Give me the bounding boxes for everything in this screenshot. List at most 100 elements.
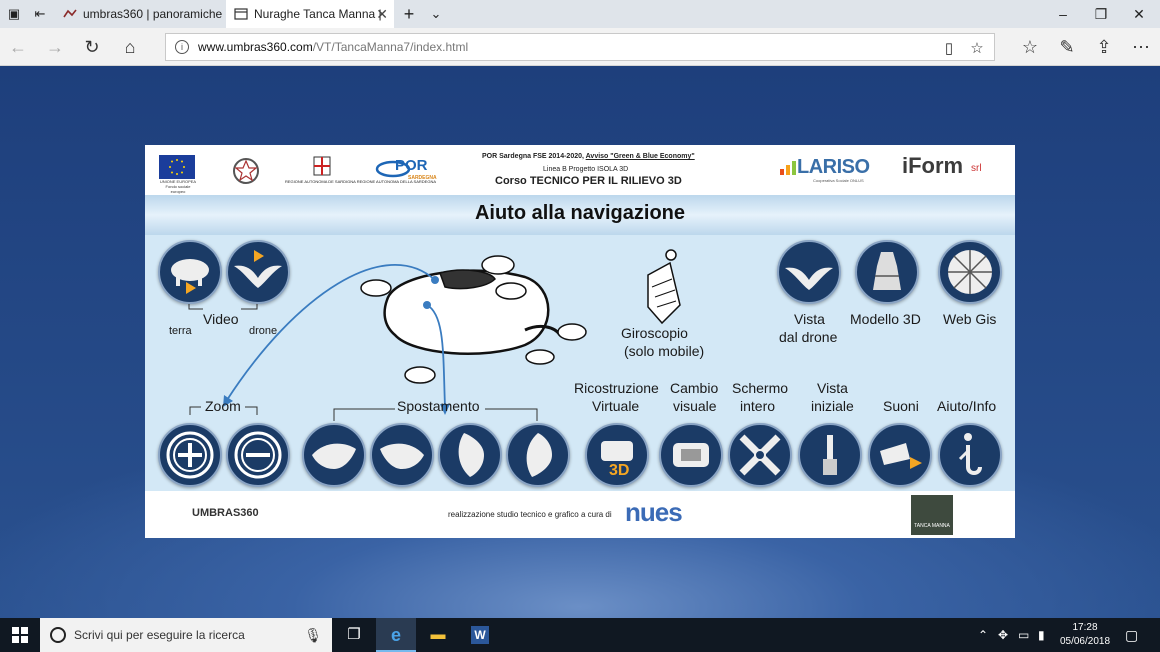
set-aside-tabs-icon[interactable]: ⇤ xyxy=(32,6,48,22)
battery-icon[interactable]: ▮ xyxy=(1038,618,1045,652)
fullscreen-icon xyxy=(739,434,781,476)
zoom-out-button[interactable] xyxy=(226,423,290,487)
web-note-icon[interactable]: ✎ xyxy=(1057,37,1077,57)
cambio-visuale-button[interactable] xyxy=(659,423,723,487)
lariso-bars-logo xyxy=(780,161,796,175)
label-cambio-2: visuale xyxy=(673,398,717,414)
zoom-in-button[interactable] xyxy=(158,423,222,487)
arrowhead-up-icon xyxy=(526,433,552,477)
suoni-button[interactable] xyxy=(868,423,932,487)
umbras360-logo: UMBRAS360 xyxy=(192,507,259,519)
site-info-icon[interactable]: i xyxy=(175,40,189,54)
aiuto-info-button[interactable] xyxy=(938,423,1002,487)
share-icon[interactable]: ⇪ xyxy=(1094,37,1114,57)
home-icon[interactable]: ⌂ xyxy=(120,37,140,57)
back-icon[interactable]: ← xyxy=(8,37,28,57)
move-down-button[interactable] xyxy=(438,423,502,487)
taskbar-search-input[interactable]: Scrivi qui per eseguire la ricerca 🎙 xyxy=(40,618,332,652)
video-drone-button[interactable] xyxy=(226,240,290,304)
label-ricostruzione-2: Virtuale xyxy=(592,398,640,414)
reading-view-icon[interactable]: ▯ xyxy=(940,40,958,58)
help-hook-icon xyxy=(958,433,982,475)
url-path: /VT/TancaManna7/index.html xyxy=(312,40,469,54)
tab-bar: ▣ ⇤ umbras360 | panoramiche s Nuraghe Ta… xyxy=(0,0,1160,28)
more-menu-icon[interactable]: ⋯ xyxy=(1131,37,1151,57)
vista-drone-button[interactable] xyxy=(777,240,841,304)
edge-browser-icon[interactable]: e xyxy=(376,618,416,652)
mouse-icon xyxy=(360,255,587,384)
label-solo-mobile: (solo mobile) xyxy=(624,343,705,359)
bird-icon xyxy=(785,267,833,290)
tab-umbras360[interactable]: umbras360 | panoramiche s xyxy=(55,0,225,28)
web-gis-button[interactable] xyxy=(938,240,1002,304)
label-schermo-1: Schermo xyxy=(732,380,789,396)
nuraghe-statue-icon xyxy=(873,252,901,290)
label-vista-drone-2: dal drone xyxy=(779,329,838,345)
start-icon[interactable] xyxy=(0,618,40,652)
vista-iniziale-button[interactable] xyxy=(798,423,862,487)
task-view-icon[interactable]: ❐ xyxy=(334,618,374,652)
move-right-button[interactable] xyxy=(370,423,434,487)
help-card: UNIONE EUROPEA Fondo sociale europeo REG… xyxy=(145,145,1015,538)
ricostruzione-button[interactable]: 3D xyxy=(585,423,649,487)
close-tab-icon[interactable]: ✕ xyxy=(376,0,388,28)
schermo-intero-button[interactable] xyxy=(728,423,792,487)
program-line-1: POR Sardegna FSE 2014-2020, Avviso "Gree… xyxy=(482,153,695,160)
sardegna-coat-logo xyxy=(313,156,331,176)
label-schermo-2: intero xyxy=(740,398,776,414)
url-domain: www.umbras360.com xyxy=(198,40,313,54)
forward-icon[interactable]: → xyxy=(45,37,65,57)
word-icon[interactable]: W xyxy=(460,618,500,652)
label-spostamento: Spostamento xyxy=(397,398,480,414)
restore-button[interactable]: ❐ xyxy=(1082,0,1120,28)
favorites-hub-icon[interactable]: ☆ xyxy=(1020,37,1040,57)
url-field[interactable]: i www.umbras360.com/VT/TancaManna7/index… xyxy=(165,33,995,61)
tab-tanca-manna[interactable]: Nuraghe Tanca Manna | ✕ xyxy=(226,0,394,28)
file-explorer-icon[interactable]: ▬ xyxy=(418,618,458,652)
label-vista-iniziale-1: Vista xyxy=(817,380,848,396)
label-vista-drone-1: Vista xyxy=(794,311,825,327)
boar-icon xyxy=(171,259,209,294)
page-icon xyxy=(234,8,248,20)
label-drone: drone xyxy=(249,325,278,337)
bird-icon xyxy=(234,250,282,288)
refresh-icon[interactable]: ↻ xyxy=(82,37,102,57)
video-terra-button[interactable] xyxy=(158,240,222,304)
close-window-button[interactable]: ✕ xyxy=(1120,0,1158,28)
lariso-logo-text: LARISO xyxy=(797,156,870,178)
action-center-icon[interactable]: ▢ xyxy=(1125,618,1138,652)
network-icon[interactable]: ▭ xyxy=(1018,618,1029,652)
arrowhead-left-icon xyxy=(312,443,356,469)
reconstruction-3d-icon: 3D xyxy=(601,441,633,479)
address-toolbar: ← → ↻ ⌂ i www.umbras360.com/VT/TancaMann… xyxy=(0,28,1160,66)
logos-header: UNIONE EUROPEA Fondo sociale europeo REG… xyxy=(145,145,1015,195)
move-up-button[interactable] xyxy=(506,423,570,487)
page-viewport: UNIONE EUROPEA Fondo sociale europeo REG… xyxy=(0,67,1160,618)
por-logo-text: POR xyxy=(395,157,428,174)
move-left-button[interactable] xyxy=(302,423,366,487)
lariso-logo-sub: Cooperativa Sociale ONLUS xyxy=(813,178,864,183)
iform-logo-suffix: srl xyxy=(971,163,982,174)
program-line-3: Corso TECNICO PER IL RILIEVO 3D xyxy=(495,175,682,187)
arrowhead-down-icon xyxy=(458,433,484,477)
page-title: Aiuto alla navigazione xyxy=(474,202,686,224)
label-ricostruzione-1: Ricostruzione xyxy=(574,380,659,396)
search-placeholder: Scrivi qui per eseguire la ricerca xyxy=(74,628,245,642)
clock-date: 05/06/2018 xyxy=(1059,636,1111,647)
program-line-2: Linea B Progetto ISOLA 3D xyxy=(543,166,629,173)
modello-3d-button[interactable] xyxy=(855,240,919,304)
microphone-icon[interactable]: 🎙 xyxy=(304,618,322,652)
dropbox-icon[interactable]: ✥ xyxy=(998,618,1008,652)
arrowhead-right-icon xyxy=(380,443,424,469)
chevron-down-icon[interactable]: ⌄ xyxy=(428,6,444,22)
tab-manager-icon[interactable]: ▣ xyxy=(6,6,22,22)
svg-text:3D: 3D xyxy=(609,462,629,479)
new-tab-icon[interactable]: + xyxy=(401,5,417,23)
tray-chevron-icon[interactable]: ⌃ xyxy=(978,618,988,652)
favorite-star-icon[interactable]: ☆ xyxy=(968,40,986,58)
label-web-gis: Web Gis xyxy=(943,311,997,327)
label-zoom: Zoom xyxy=(205,398,241,414)
system-clock[interactable]: 17:28 05/06/2018 xyxy=(1052,621,1118,649)
minimize-button[interactable]: – xyxy=(1044,0,1082,28)
clock-time: 17:28 xyxy=(1072,622,1098,633)
